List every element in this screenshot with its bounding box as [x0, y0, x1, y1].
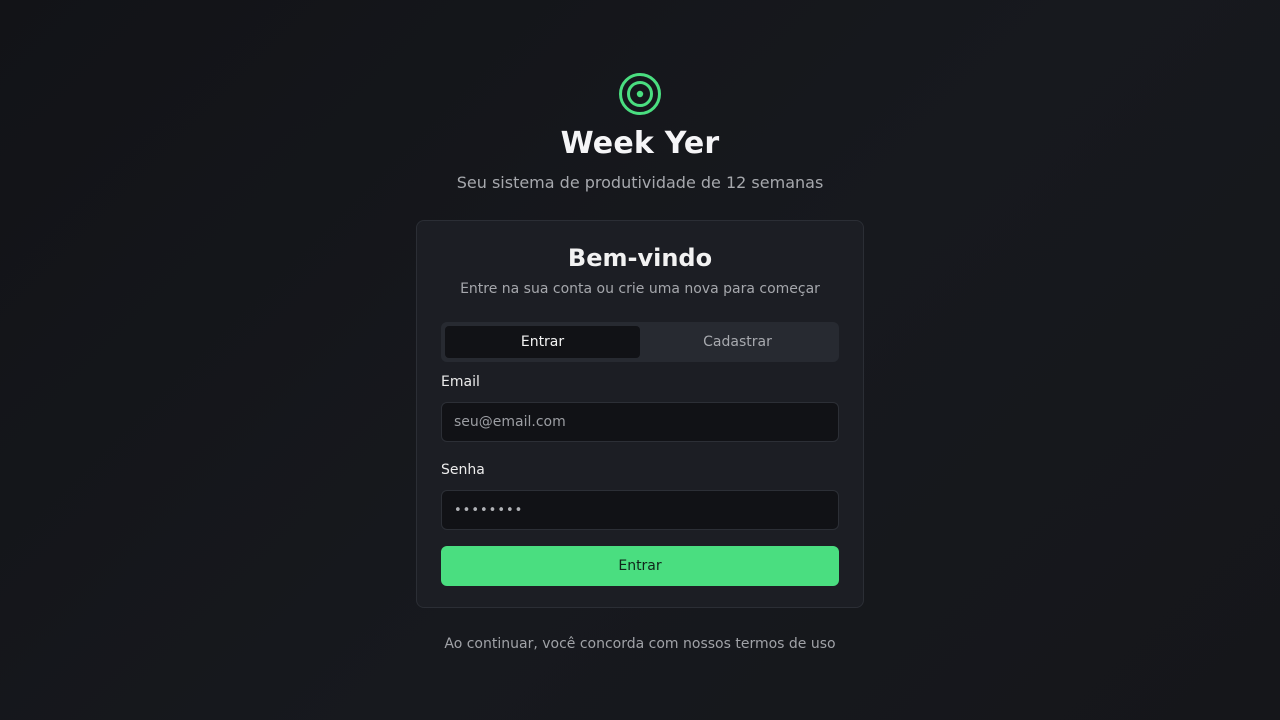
login-card: Bem-vindo Entre na sua conta ou crie uma…	[416, 220, 864, 608]
terms-note: Ao continuar, você concorda com nossos t…	[444, 636, 836, 652]
login-page: Week Yer Seu sistema de produtividade de…	[0, 0, 1280, 720]
tab-login[interactable]: Entrar	[445, 326, 640, 358]
card-subtitle: Entre na sua conta ou crie uma nova para…	[460, 281, 820, 297]
email-field[interactable]: seu@email.com	[441, 402, 839, 442]
password-label: Senha	[441, 462, 485, 478]
tab-signup[interactable]: Cadastrar	[640, 326, 835, 358]
login-button[interactable]: Entrar	[441, 546, 839, 586]
email-label: Email	[441, 374, 480, 390]
target-icon	[618, 72, 662, 116]
card-title: Bem-vindo	[567, 244, 713, 272]
app-tagline: Seu sistema de produtividade de 12 seman…	[456, 173, 824, 192]
password-field[interactable]: ••••••••	[441, 490, 839, 530]
auth-tabs: Entrar Cadastrar	[441, 322, 839, 362]
app-title: Week Yer	[560, 126, 720, 161]
